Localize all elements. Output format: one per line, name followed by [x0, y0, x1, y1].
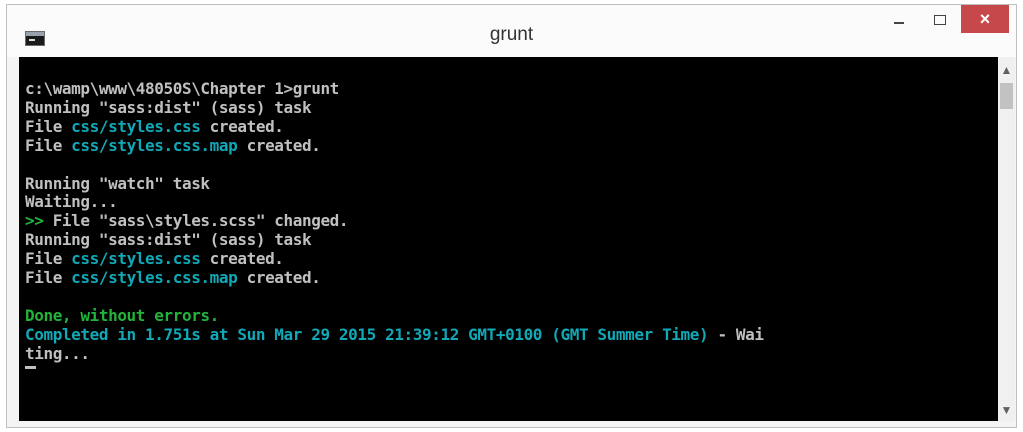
console-text: css/styles.css [71, 249, 201, 269]
console-text: css/styles.css.map [71, 135, 238, 155]
console-line: >> File "sass\styles.scss" changed. [25, 211, 349, 231]
console-line: Running "watch" task [25, 173, 210, 193]
console-text: Running "sass:dist" (sass) task [25, 97, 312, 117]
title-bar[interactable]: grunt × [7, 5, 1016, 57]
console-text: created. [200, 116, 284, 136]
console-line: File css/styles.css created. [25, 116, 284, 136]
console-text: Waiting... [25, 192, 118, 212]
close-icon: × [979, 8, 991, 29]
console-line: ting... [25, 343, 90, 363]
console-text: Completed in 1.751s at Sun Mar 29 2015 2… [25, 324, 709, 344]
maximize-icon [934, 15, 946, 25]
console-line: c:\wamp\www\48050S\Chapter 1>grunt [25, 80, 339, 98]
console-window: grunt × c:\wamp\www\48050S\Chapter 1>gru… [6, 4, 1017, 428]
text-cursor [25, 366, 36, 369]
close-button[interactable]: × [961, 5, 1009, 33]
console-text: Running "sass:dist" (sass) task [25, 230, 312, 250]
console-line: Running "sass:dist" (sass) task [25, 97, 312, 117]
console-text: css/styles.css.map [71, 268, 238, 287]
console-text: created. [237, 135, 321, 155]
console-text: created. [200, 249, 284, 269]
scroll-up-arrow-icon[interactable]: ▲ [998, 63, 1015, 77]
console-text: File [25, 249, 72, 269]
console-text: File [25, 116, 72, 136]
console-text: Done, without errors. [25, 305, 219, 325]
window-title: grunt [489, 24, 534, 45]
minimize-icon [894, 22, 904, 24]
console-text: - Wai [708, 324, 764, 344]
console-output[interactable]: c:\wamp\www\48050S\Chapter 1>grunt Runnin… [19, 57, 998, 421]
console-text: created. [237, 268, 321, 287]
scrollbar-thumb[interactable] [1000, 83, 1013, 109]
console-text: Running "watch" task [25, 173, 210, 193]
console-text: c:\wamp\www\48050S\Chapter 1>grunt [25, 79, 339, 98]
console-line: File css/styles.css.map created. [25, 268, 321, 287]
console-line: File css/styles.css created. [25, 250, 284, 268]
console-line: Running "sass:dist" (sass) task [25, 230, 312, 250]
console-line: Waiting... [25, 192, 118, 212]
console-line: Done, without errors. [25, 305, 219, 325]
console-text: ting... [25, 343, 90, 363]
console-text: File "sass\styles.scss" changed. [43, 211, 349, 231]
console-text: File [25, 268, 72, 287]
console-line: Completed in 1.751s at Sun Mar 29 2015 2… [25, 324, 764, 344]
console-text: >> [25, 211, 44, 231]
maximize-button[interactable] [923, 5, 957, 35]
console-text: File [25, 135, 72, 155]
scroll-down-arrow-icon[interactable]: ▼ [998, 403, 1015, 417]
vertical-scrollbar[interactable]: ▲ ▼ [998, 57, 1015, 421]
console-text: css/styles.css [71, 116, 201, 136]
console-line: File css/styles.css.map created. [25, 135, 321, 155]
minimize-button[interactable] [882, 5, 916, 35]
